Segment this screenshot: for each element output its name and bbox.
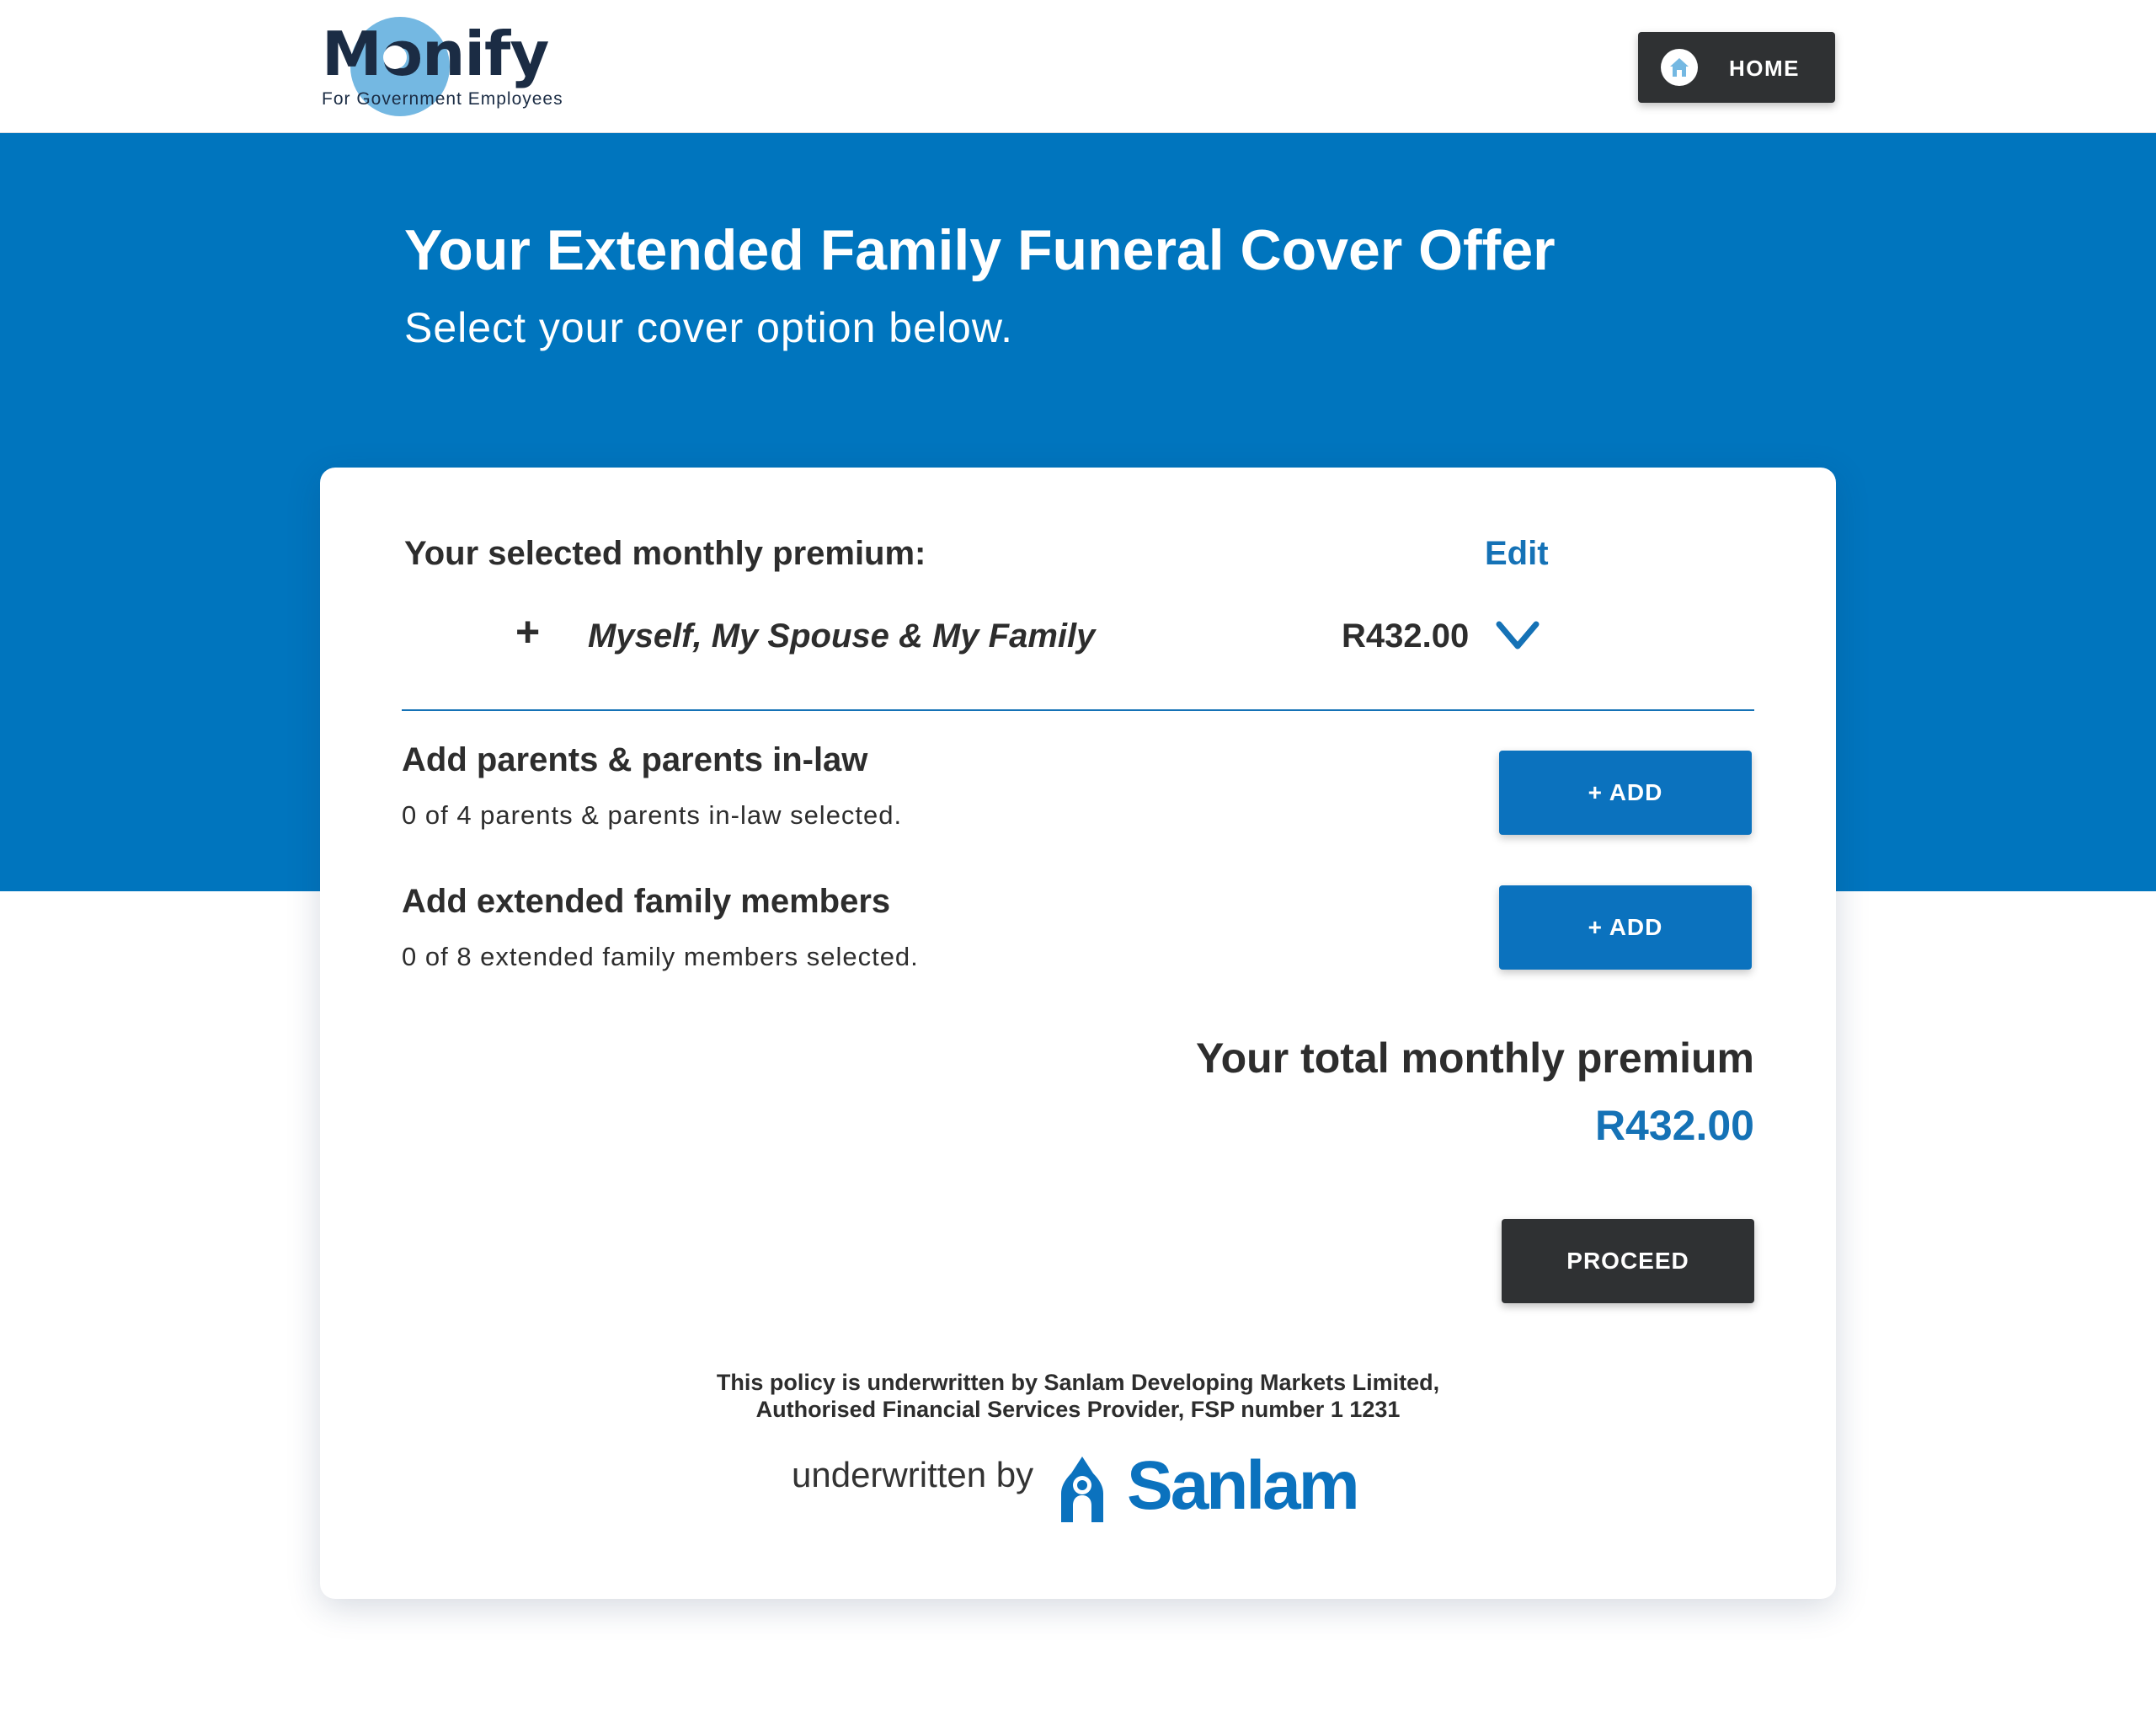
- section-divider: [402, 709, 1754, 711]
- site-header: Monify For Government Employees HOME: [0, 0, 2156, 133]
- chevron-down-icon[interactable]: [1495, 619, 1540, 653]
- underwriting-disclaimer: This policy is underwritten by Sanlam De…: [320, 1369, 1836, 1423]
- add-extended-family-button[interactable]: + ADD: [1499, 885, 1752, 970]
- sanlam-logo-text: Sanlam: [1127, 1447, 1360, 1524]
- home-button-label: HOME: [1729, 56, 1800, 81]
- selected-option-price: R432.00: [1342, 617, 1470, 655]
- underwritten-by-text: underwritten by: [792, 1455, 1034, 1494]
- selected-option-name: Myself, My Spouse & My Family: [588, 617, 1096, 655]
- home-button[interactable]: HOME: [1638, 32, 1835, 103]
- page-title: Your Extended Family Funeral Cover Offer: [404, 218, 1556, 282]
- offer-card: Your selected monthly premium: Edit + My…: [320, 468, 1836, 1599]
- total-premium-label: Your total monthly premium: [1196, 1034, 1754, 1082]
- edit-link[interactable]: Edit: [1485, 535, 1549, 573]
- expand-option-toggle[interactable]: +: [515, 611, 540, 653]
- selected-premium-label: Your selected monthly premium:: [404, 535, 926, 572]
- disclaimer-line-2: Authorised Financial Services Provider, …: [755, 1397, 1401, 1422]
- add-parents-button[interactable]: + ADD: [1499, 751, 1752, 835]
- home-icon: [1661, 49, 1698, 86]
- logo-o-dot: [383, 45, 407, 69]
- add-extended-family-note: 0 of 8 extended family members selected.: [402, 942, 919, 971]
- logo-tagline: For Government Employees: [322, 89, 563, 109]
- disclaimer-line-1: This policy is underwritten by Sanlam De…: [716, 1370, 1440, 1395]
- proceed-button[interactable]: PROCEED: [1502, 1219, 1754, 1303]
- total-premium-value: R432.00: [1594, 1102, 1754, 1149]
- monify-logo[interactable]: Monify For Government Employees: [322, 17, 591, 118]
- sanlam-shield-icon: [1053, 1455, 1112, 1526]
- add-parents-note: 0 of 4 parents & parents in-law selected…: [402, 800, 903, 830]
- add-extended-family-title: Add extended family members: [402, 883, 891, 920]
- logo-text: Monify: [322, 19, 549, 89]
- add-parents-title: Add parents & parents in-law: [402, 741, 868, 778]
- page-subtitle: Select your cover option below.: [404, 304, 1014, 351]
